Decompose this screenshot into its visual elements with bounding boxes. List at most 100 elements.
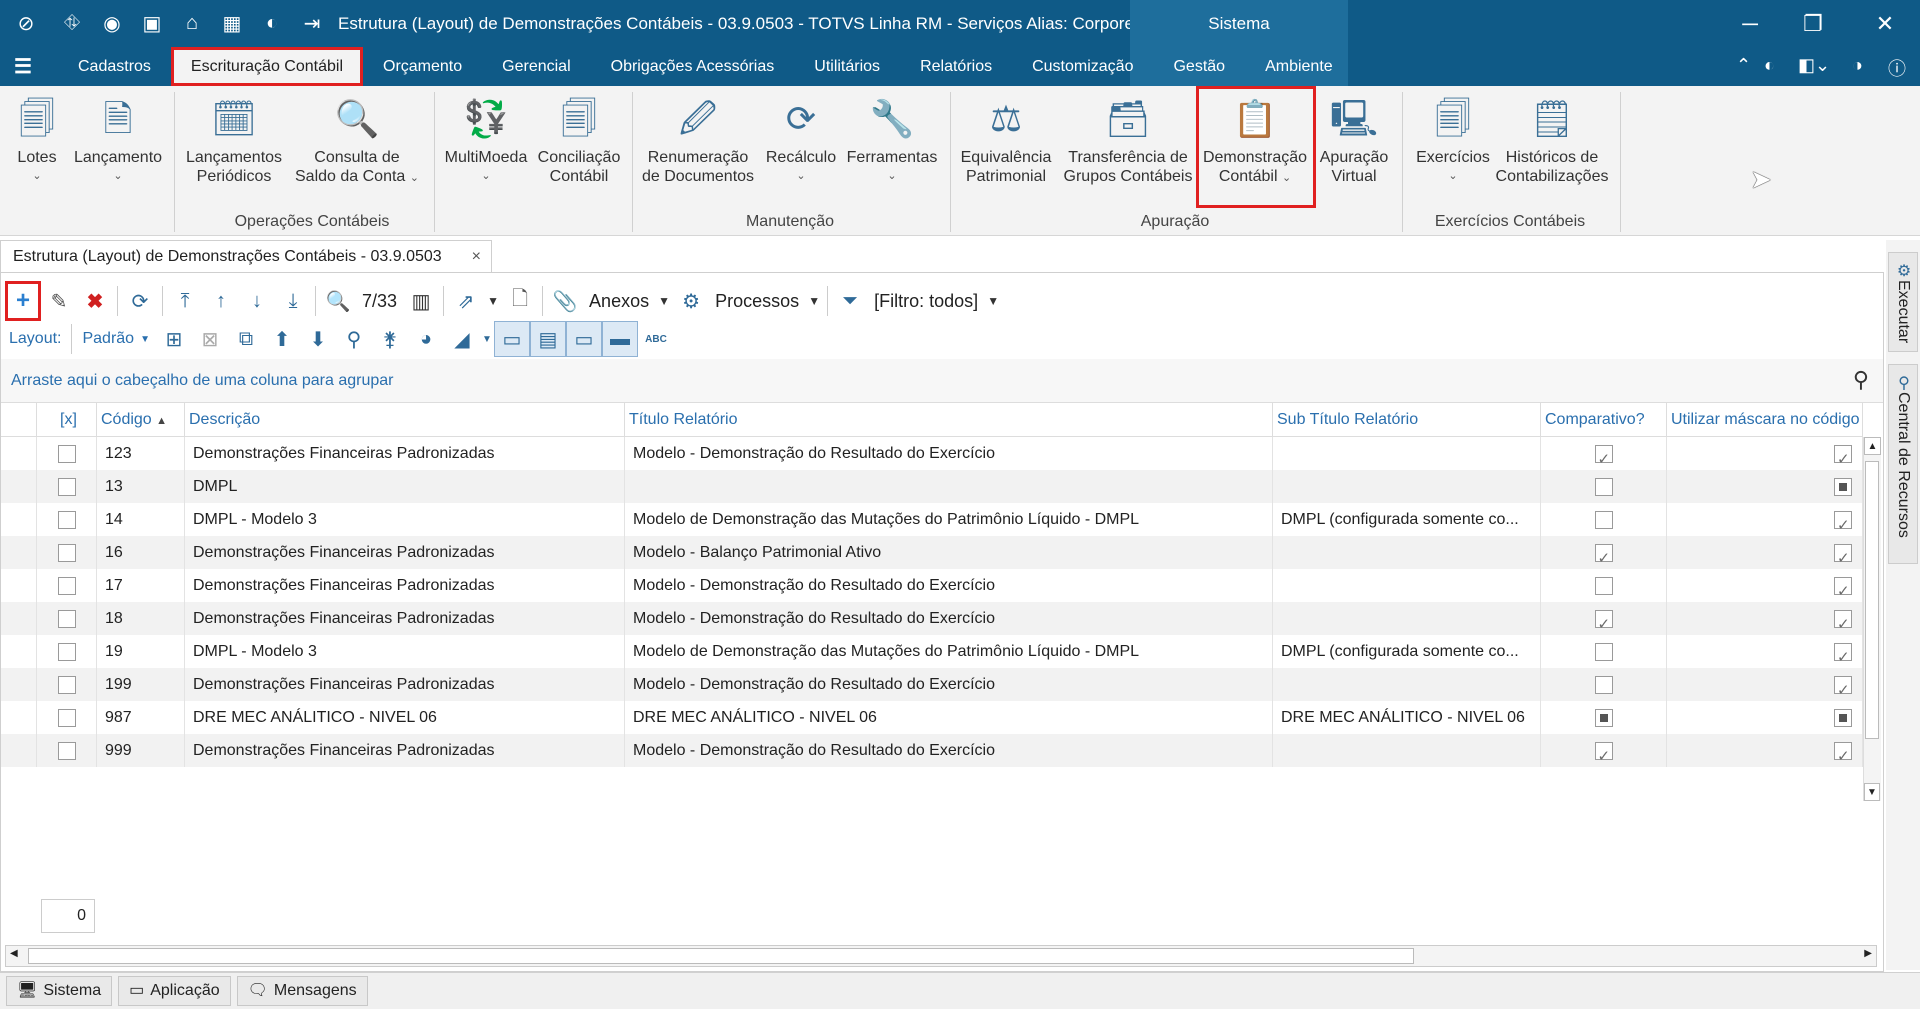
next-record-icon[interactable]: ↓ (239, 283, 275, 319)
chevron-down-icon[interactable]: ▼ (655, 283, 673, 319)
col-titulo[interactable]: Título Relatório (625, 403, 1273, 437)
table-row[interactable]: 14 DMPL - Modelo 3 Modelo de Demonstração … (1, 503, 1863, 536)
save-layout-icon[interactable]: ⧉ (228, 321, 264, 357)
table-row[interactable]: 19 DMPL - Modelo 3 Modelo de Demonstração … (1, 635, 1863, 668)
cell-mascara[interactable] (1667, 701, 1863, 734)
row-select-cell[interactable] (37, 701, 97, 734)
row-select-cell[interactable] (37, 734, 97, 767)
row-checkbox[interactable] (57, 510, 76, 529)
row-indicator[interactable] (1, 701, 37, 734)
chevron-down-icon[interactable]: ▼ (484, 283, 502, 319)
scroll-right-icon[interactable]: ▶ (1864, 948, 1872, 959)
table-row[interactable]: 199 Demonstrações Financeiras Padronizada… (1, 668, 1863, 701)
ribbon-consulta-saldo[interactable]: 🔍 Consulta de Saldo da Conta ⌄ (290, 94, 424, 188)
add-layout-icon[interactable]: ⊞ (156, 321, 192, 357)
menu-orcamento[interactable]: Orçamento (363, 47, 482, 86)
ribbon-renumeracao[interactable]: 🖉 Renumeração de Documentos (638, 94, 758, 186)
col-subtitulo[interactable]: Sub Título Relatório (1273, 403, 1541, 437)
cell-comparativo-checkbox[interactable] (1594, 608, 1613, 635)
scroll-left-icon[interactable]: ◀ (10, 948, 18, 959)
cell-mascara[interactable] (1667, 635, 1863, 668)
row-select-cell[interactable] (37, 668, 97, 701)
cell-comparativo[interactable] (1541, 437, 1667, 470)
cell-comparativo[interactable] (1541, 569, 1667, 602)
columns-icon[interactable]: ▥ (403, 283, 439, 319)
cell-mascara-checkbox[interactable] (1834, 509, 1852, 536)
ribbon-lancamento[interactable]: 🗎 Lançamento ⌄ (72, 94, 164, 186)
cell-mascara-checkbox[interactable] (1834, 740, 1852, 767)
cell-mascara[interactable] (1667, 470, 1863, 503)
cell-mascara-checkbox[interactable] (1834, 608, 1852, 635)
document-tab[interactable]: Estrutura (Layout) de Demonstrações Cont… (0, 240, 492, 273)
cell-comparativo[interactable] (1541, 668, 1667, 701)
cell-mascara-checkbox[interactable] (1834, 575, 1852, 602)
first-record-icon[interactable]: ⤒ (167, 283, 203, 319)
processos-button[interactable]: Processos (715, 291, 799, 312)
menu-utilitarios[interactable]: Utilitários (794, 47, 900, 86)
cell-mascara[interactable] (1667, 602, 1863, 635)
scroll-thumb[interactable] (1865, 461, 1879, 739)
cell-comparativo-checkbox[interactable] (1594, 576, 1613, 595)
document-icon[interactable]: 🗋 (502, 283, 538, 319)
ribbon-historicos[interactable]: 🗒 Históricos de Contabilizações (1494, 94, 1610, 186)
close-tab-icon[interactable]: × (472, 241, 481, 273)
row-select-cell[interactable] (37, 635, 97, 668)
row-checkbox[interactable] (57, 444, 76, 463)
last-record-icon[interactable]: ⤓ (275, 283, 311, 319)
cell-mascara-checkbox[interactable] (1834, 708, 1852, 727)
side-tab-executar[interactable]: ⚙ Executar (1888, 252, 1918, 352)
cell-comparativo[interactable] (1541, 734, 1667, 767)
col-descricao[interactable]: Descrição (185, 403, 625, 437)
table-row[interactable]: 17 Demonstrações Financeiras Padronizadas… (1, 569, 1863, 602)
group-drop-area[interactable]: Arraste aqui o cabeçalho de uma coluna p… (1, 359, 1883, 403)
menu-cadastros[interactable]: Cadastros (58, 47, 171, 86)
minimize-button[interactable]: ─ (1720, 0, 1780, 47)
col-select[interactable]: [x] (37, 403, 97, 437)
row-indicator[interactable] (1, 536, 37, 569)
import-layout-icon[interactable]: ⬆ (264, 321, 300, 357)
pin-down-icon[interactable]: ⚵ (372, 321, 408, 357)
exit-icon[interactable]: ⇥ (298, 10, 326, 38)
home-icon[interactable]: ⌂ (178, 10, 206, 38)
info-icon[interactable]: ⓘ (1888, 55, 1906, 81)
row-checkbox[interactable] (57, 741, 76, 760)
menu-relatorios[interactable]: Relatórios (900, 47, 1012, 86)
pin-icon[interactable]: ⚲ (336, 321, 372, 357)
row-indicator[interactable] (1, 602, 37, 635)
help-icon[interactable]: ◑ (1852, 55, 1863, 76)
ribbon-ferramentas[interactable]: 🔧 Ferramentas ⌄ (844, 94, 940, 186)
scroll-thumb[interactable] (28, 948, 1414, 964)
export-layout-icon[interactable]: ⬇ (300, 321, 336, 357)
row-select-cell[interactable] (37, 602, 97, 635)
view-rows-icon[interactable]: ▬ (601, 321, 638, 357)
chevron-down-icon[interactable]: ▼ (805, 283, 823, 319)
delete-icon[interactable]: ✖ (77, 283, 113, 319)
row-checkbox[interactable] (57, 675, 76, 694)
cell-comparativo[interactable] (1541, 635, 1667, 668)
ribbon-recalculo[interactable]: ⟳ Recálculo ⌄ (762, 94, 840, 186)
cell-comparativo-checkbox[interactable] (1594, 443, 1613, 470)
grid-icon[interactable]: ▦ (218, 10, 246, 38)
chevron-down-icon[interactable]: ▼ (480, 321, 494, 357)
cell-comparativo[interactable] (1541, 503, 1667, 536)
ribbon-multimoeda[interactable]: 💱 MultiMoeda ⌄ (440, 94, 532, 186)
cell-comparativo[interactable] (1541, 602, 1667, 635)
horizontal-scrollbar[interactable]: ◀ ▶ (5, 945, 1877, 967)
row-select-cell[interactable] (37, 470, 97, 503)
close-button[interactable]: ✕ (1855, 0, 1915, 47)
app-menu-icon[interactable]: ☰ (0, 54, 46, 79)
table-row[interactable]: 13 DMPL (1, 470, 1863, 503)
row-select-cell[interactable] (37, 503, 97, 536)
scroll-down-icon[interactable]: ▼ (1864, 783, 1880, 801)
row-indicator[interactable] (1, 503, 37, 536)
filter-button[interactable]: [Filtro: todos] (874, 291, 978, 312)
cell-comparativo[interactable] (1541, 701, 1667, 734)
row-checkbox[interactable] (57, 708, 76, 727)
anexos-button[interactable]: Anexos (589, 291, 649, 312)
vertical-scrollbar[interactable]: ▲ ▼ (1863, 437, 1881, 801)
edit-icon[interactable]: ✎ (41, 283, 77, 319)
view-icon[interactable]: ◉ (98, 10, 126, 38)
cell-comparativo-checkbox[interactable] (1594, 675, 1613, 694)
search-icon[interactable]: ⚲ (1853, 367, 1869, 393)
previous-record-icon[interactable]: ↑ (203, 283, 239, 319)
